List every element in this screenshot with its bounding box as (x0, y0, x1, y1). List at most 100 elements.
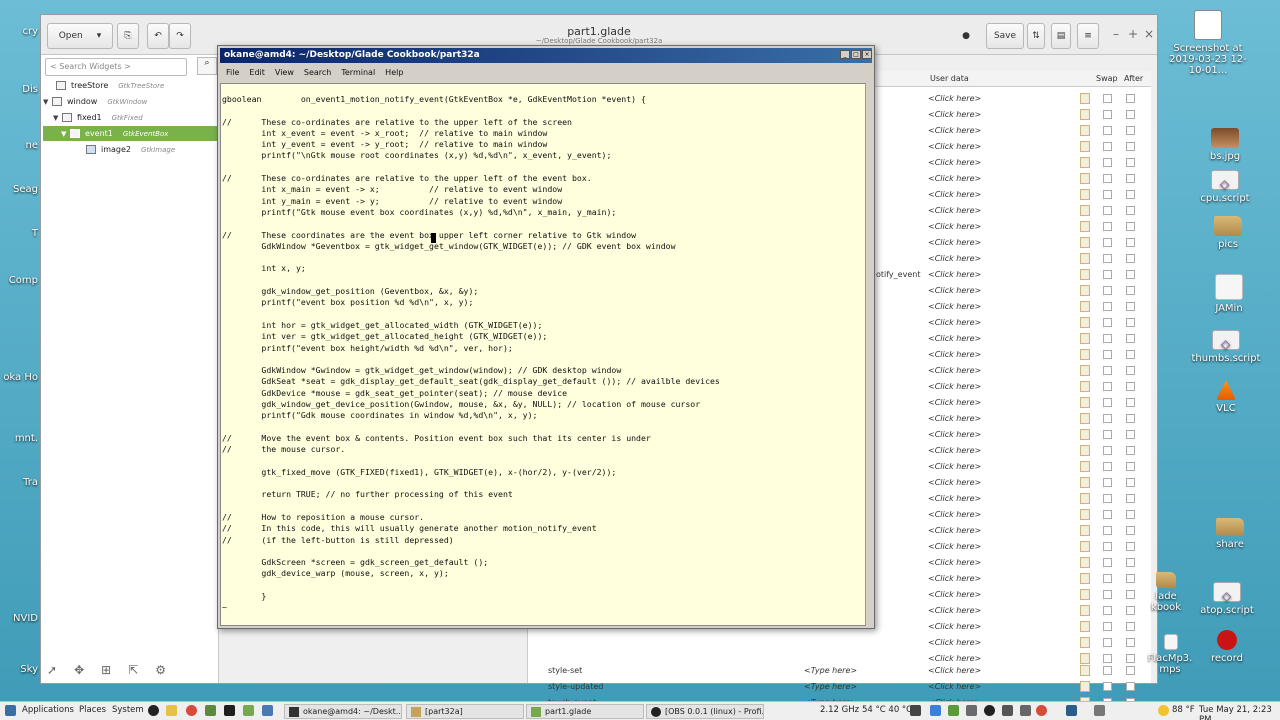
edit-icon[interactable] (1080, 301, 1090, 312)
user-data-cell[interactable]: <Click here> (928, 666, 981, 675)
after-checkbox[interactable] (1126, 238, 1135, 247)
edit-icon[interactable] (1080, 429, 1090, 440)
desktop-icon-pics[interactable]: pics (1188, 216, 1268, 250)
user-data-cell[interactable]: <Click here> (928, 286, 981, 295)
expander-icon[interactable]: ▼ (43, 98, 52, 106)
glade-launcher-icon[interactable] (243, 705, 254, 716)
edit-icon[interactable] (1080, 605, 1090, 616)
swap-checkbox[interactable] (1103, 494, 1112, 503)
swap-checkbox[interactable] (1103, 462, 1112, 471)
applications-menu[interactable]: Applications (22, 705, 74, 715)
swap-checkbox[interactable] (1103, 398, 1112, 407)
edit-icon[interactable] (1080, 493, 1090, 504)
after-checkbox[interactable] (1126, 206, 1135, 215)
pointer-icon[interactable]: ➚ (47, 663, 57, 677)
edit-icon[interactable] (1080, 413, 1090, 424)
desktop-icon-cut[interactable]: T (0, 228, 40, 239)
after-checkbox[interactable] (1126, 222, 1135, 231)
after-checkbox[interactable] (1126, 190, 1135, 199)
user-data-cell[interactable]: <Click here> (928, 526, 981, 535)
swap-checkbox[interactable] (1103, 270, 1112, 279)
swap-checkbox[interactable] (1103, 206, 1112, 215)
user-data-cell[interactable]: <Click here> (928, 590, 981, 599)
swap-checkbox[interactable] (1103, 238, 1112, 247)
user-data-cell[interactable]: <Click here> (928, 334, 981, 343)
after-checkbox[interactable] (1126, 110, 1135, 119)
user-data-cell[interactable]: <Click here> (928, 190, 981, 199)
swap-checkbox[interactable] (1103, 414, 1112, 423)
swap-checkbox[interactable] (1103, 510, 1112, 519)
user-data-cell[interactable]: <Click here> (928, 302, 981, 311)
minimize-icon[interactable]: – (1113, 27, 1119, 41)
after-checkbox[interactable] (1126, 622, 1135, 631)
after-checkbox[interactable] (1126, 142, 1135, 151)
edit-icon[interactable] (1080, 477, 1090, 488)
desktop-icon-glade-cookbook[interactable]: lade kbook (1136, 572, 1196, 613)
swap-checkbox[interactable] (1103, 558, 1112, 567)
edit-icon[interactable] (1080, 665, 1090, 676)
swap-checkbox[interactable] (1103, 622, 1112, 631)
edit-icon[interactable] (1080, 509, 1090, 520)
after-checkbox[interactable] (1126, 494, 1135, 503)
user-data-cell[interactable]: <Click here> (928, 94, 981, 103)
system-menu[interactable]: System (112, 705, 144, 715)
edit-icon[interactable] (1080, 333, 1090, 344)
edit-icon[interactable] (1080, 109, 1090, 120)
save-button[interactable]: Save (986, 23, 1024, 49)
preview-button[interactable]: ▤ (1051, 23, 1071, 49)
after-checkbox[interactable] (1126, 286, 1135, 295)
edit-icon[interactable] (1080, 573, 1090, 584)
swap-checkbox[interactable] (1103, 126, 1112, 135)
menu-edit[interactable]: Edit (249, 68, 265, 78)
edit-icon[interactable] (1080, 525, 1090, 536)
maximize-icon[interactable]: □ (851, 50, 861, 59)
user-data-cell[interactable]: <Click here> (928, 126, 981, 135)
desktop-icon-cut[interactable]: Tra (0, 477, 40, 488)
text-editor-icon[interactable] (166, 705, 177, 716)
user-data-cell[interactable]: <Click here> (928, 558, 981, 567)
desktop-icon-flacmp3[interactable]: FlacMp3. mps (1140, 634, 1200, 675)
swap-checkbox[interactable] (1103, 286, 1112, 295)
desktop-icon-atop-script[interactable]: atop.script (1187, 582, 1267, 616)
expander-icon[interactable]: ▼ (53, 114, 62, 122)
after-checkbox[interactable] (1126, 478, 1135, 487)
after-checkbox[interactable] (1126, 302, 1135, 311)
swap-checkbox[interactable] (1103, 174, 1112, 183)
new-project-button[interactable]: ⎘ (117, 23, 139, 49)
after-checkbox[interactable] (1126, 430, 1135, 439)
swap-checkbox[interactable] (1103, 638, 1112, 647)
swap-checkbox[interactable] (1103, 446, 1112, 455)
swap-checkbox[interactable] (1103, 350, 1112, 359)
search-widgets-input[interactable]: < Search Widgets > (45, 58, 187, 76)
swap-checkbox[interactable] (1103, 542, 1112, 551)
desktop-icon-cut[interactable]: oka Ho (0, 372, 40, 383)
desktop-icon-bs-jpg[interactable]: bs.jpg (1185, 128, 1265, 162)
power-icon[interactable] (1020, 705, 1031, 716)
edit-icon[interactable] (1080, 205, 1090, 216)
after-checkbox[interactable] (1126, 558, 1135, 567)
swap-checkbox[interactable] (1103, 190, 1112, 199)
user-data-cell[interactable]: <Click here> (928, 606, 981, 615)
user-data-cell[interactable]: <Click here> (928, 238, 981, 247)
drag-resize-icon[interactable]: ✥ (74, 663, 84, 677)
edit-icon[interactable] (1080, 189, 1090, 200)
desktop-icon-cut[interactable]: Sky (0, 664, 40, 675)
user-data-cell[interactable]: <Click here> (928, 222, 981, 231)
user-data-cell[interactable]: <Click here> (928, 398, 981, 407)
record-indicator-icon[interactable] (984, 705, 995, 716)
taskbar-app-terminal[interactable]: okane@amd4: ~/Deskt... (284, 704, 402, 719)
tree-item-image2[interactable]: image2 GtkImage (77, 142, 217, 157)
maximize-icon[interactable]: + (1128, 27, 1138, 41)
swap-checkbox[interactable] (1103, 142, 1112, 151)
edit-icon[interactable] (1080, 141, 1090, 152)
swap-checkbox[interactable] (1103, 666, 1112, 675)
handler-cell[interactable]: <Type here> (804, 666, 857, 675)
menu-terminal[interactable]: Terminal (341, 68, 375, 78)
user-data-cell[interactable]: <Click here> (928, 462, 981, 471)
search-icon[interactable]: ⌕ (197, 57, 217, 75)
swap-checkbox[interactable] (1103, 222, 1112, 231)
swap-checkbox[interactable] (1103, 430, 1112, 439)
tree-item-event1[interactable]: ▼ event1 GtkEventBox (43, 126, 217, 141)
after-checkbox[interactable] (1126, 606, 1135, 615)
inspector-toggle-button[interactable]: ● (955, 23, 977, 49)
